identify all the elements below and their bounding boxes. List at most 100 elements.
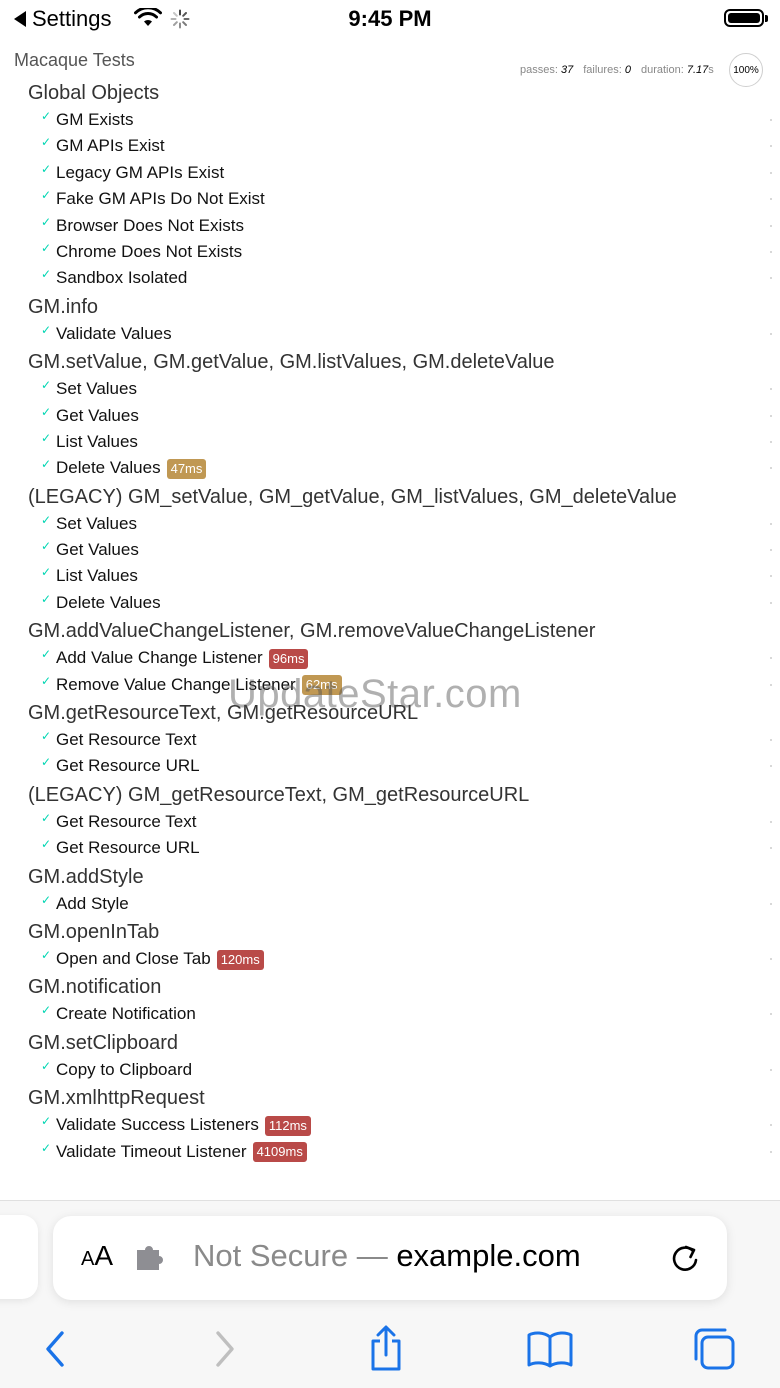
stats-bar: passes: 37 failures: 0 duration: 7.17s [520,64,714,76]
back-button[interactable] [32,1325,80,1373]
replay-link[interactable] [770,1013,772,1016]
pass-check-icon: ✓ [41,240,52,255]
replay-link[interactable] [770,198,772,201]
replay-link[interactable] [770,119,772,121]
test-name: Get Resource URL [56,838,200,858]
replay-link[interactable] [770,250,772,253]
replay-link[interactable] [770,332,772,335]
test-row[interactable]: ✓ Get Resource URL [0,753,780,779]
replay-link[interactable] [770,683,772,686]
test-suite: GM.info ✓ Validate Values [0,293,780,347]
replay-link[interactable] [770,224,772,227]
suite-title[interactable]: GM.setClipboard [0,1029,780,1057]
test-name: Fake GM APIs Do Not Exist [56,189,265,209]
share-button[interactable] [362,1325,410,1373]
test-row[interactable]: ✓ Get Resource URL [0,835,780,861]
pass-check-icon: ✓ [41,161,52,176]
suite-title[interactable]: GM.addStyle [0,863,780,891]
url-display[interactable]: Not Secure — example.com [193,1238,581,1274]
test-row[interactable]: ✓ Open and Close Tab 120ms [0,946,780,972]
replay-link[interactable] [770,1124,772,1127]
test-row[interactable]: ✓ Fake GM APIs Do Not Exist [0,186,780,212]
test-row[interactable]: ✓ Set Values [0,511,780,537]
replay-link[interactable] [770,549,772,552]
test-row[interactable]: ✓ Add Value Change Listener 96ms [0,645,780,671]
test-row[interactable]: ✓ Delete Values [0,590,780,616]
test-row[interactable]: ✓ Chrome Does Not Exists [0,239,780,265]
share-icon [371,1325,401,1371]
status-bar: Settings 9:45 PM [0,0,780,38]
page-settings-button[interactable]: AA [81,1240,113,1272]
passes-stat[interactable]: passes: 37 [520,64,573,76]
replay-link[interactable] [770,388,772,391]
test-row[interactable]: ✓ Create Notification [0,1001,780,1027]
pass-check-icon: ✓ [41,267,52,282]
replay-link[interactable] [770,957,772,960]
replay-link[interactable] [770,739,772,742]
previous-tab-preview[interactable] [0,1215,38,1299]
replay-link[interactable] [770,1068,772,1071]
test-row[interactable]: ✓ Get Values [0,403,780,429]
replay-link[interactable] [770,601,772,604]
duration-badge: 47ms [166,458,207,479]
replay-link[interactable] [770,522,772,525]
suite-title[interactable]: Global Objects [0,79,780,107]
pass-check-icon: ✓ [41,591,52,606]
test-row[interactable]: ✓ List Values [0,563,780,589]
test-row[interactable]: ✓ Browser Does Not Exists [0,213,780,239]
test-row[interactable]: ✓ Copy to Clipboard [0,1057,780,1083]
test-row[interactable]: ✓ Validate Success Listeners 112ms [0,1112,780,1138]
forward-arrow-icon [216,1331,234,1367]
suite-title[interactable]: (LEGACY) GM_getResourceText, GM_getResou… [0,781,780,809]
test-row[interactable]: ✓ GM Exists [0,107,780,133]
replay-link[interactable] [770,902,772,905]
replay-link[interactable] [770,467,772,470]
test-row[interactable]: ✓ Delete Values 47ms [0,455,780,481]
suite-title[interactable]: GM.openInTab [0,918,780,946]
replay-link[interactable] [770,440,772,443]
replay-link[interactable] [770,414,772,417]
suite-title[interactable]: GM.info [0,293,780,321]
bottom-toolbar [0,1319,780,1379]
replay-link[interactable] [770,171,772,174]
replay-link[interactable] [770,847,772,850]
test-row[interactable]: ✓ Get Values [0,537,780,563]
test-row[interactable]: ✓ Get Resource Text [0,809,780,835]
test-row[interactable]: ✓ Add Style [0,891,780,917]
tabs-button[interactable] [690,1325,738,1373]
duration-stat: duration: 7.17s [640,64,714,76]
security-label: Not Secure [193,1238,349,1273]
replay-link[interactable] [770,277,772,280]
failures-stat[interactable]: failures: 0 [583,64,631,76]
reload-icon[interactable] [667,1240,703,1276]
test-row[interactable]: ✓ Validate Values [0,321,780,347]
test-suite: Global Objects ✓ GM Exists ✓ GM APIs Exist ✓ L… [0,79,780,292]
test-row[interactable]: ✓ GM APIs Exist [0,133,780,159]
pass-check-icon: ✓ [41,729,52,744]
suite-title[interactable]: GM.addValueChangeListener, GM.removeValu… [0,617,780,645]
suite-title[interactable]: GM.setValue, GM.getValue, GM.listValues,… [0,348,780,376]
replay-link[interactable] [770,1150,772,1153]
test-row[interactable]: ✓ Get Resource Text [0,727,780,753]
test-name: Add Value Change Listener [56,648,263,668]
suite-title[interactable]: (LEGACY) GM_setValue, GM_getValue, GM_li… [0,483,780,511]
replay-link[interactable] [770,765,772,768]
test-name: Create Notification [56,1004,196,1024]
suite-title[interactable]: GM.notification [0,973,780,1001]
suite-title[interactable]: GM.xmlhttpRequest [0,1084,780,1112]
forward-button[interactable] [200,1325,248,1373]
battery-icon [724,9,768,27]
replay-link[interactable] [770,145,772,148]
replay-link[interactable] [770,657,772,660]
test-row[interactable]: ✓ Sandbox Isolated [0,265,780,291]
test-row[interactable]: ✓ List Values [0,429,780,455]
bookmarks-button[interactable] [526,1325,574,1373]
address-bar[interactable]: AA Not Secure — example.com [53,1216,727,1300]
test-row[interactable]: ✓ Legacy GM APIs Exist [0,160,780,186]
pass-check-icon: ✓ [41,430,52,445]
test-row[interactable]: ✓ Set Values [0,376,780,402]
extension-puzzle-icon[interactable] [135,1244,167,1272]
replay-link[interactable] [770,820,772,823]
test-row[interactable]: ✓ Validate Timeout Listener 4109ms [0,1139,780,1165]
replay-link[interactable] [770,575,772,578]
